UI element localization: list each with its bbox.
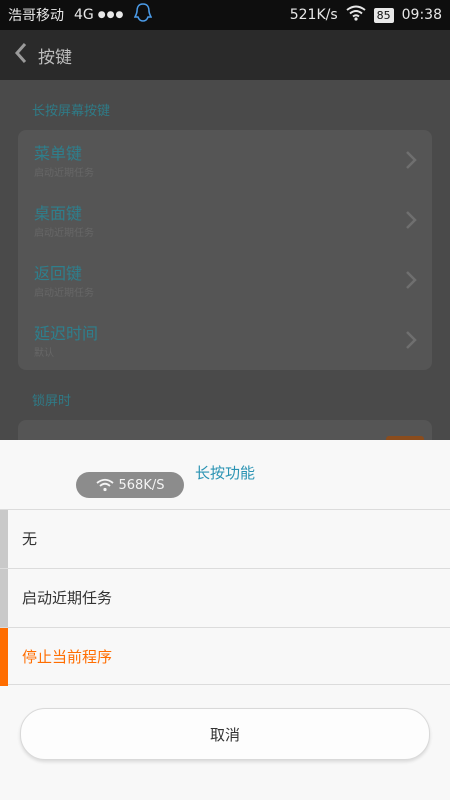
wifi-icon [346,5,366,25]
chevron-right-icon [406,211,417,229]
chevron-right-icon [406,271,417,289]
section-title-long-press: 长按屏幕按键 [32,104,111,119]
option-stop-current-app[interactable]: 停止当前程序 [0,627,450,686]
status-bar: 浩哥移动 4G ●●● 521K/s 85 09:38 [0,0,450,30]
wifi-icon [95,478,114,492]
row-label: 桌面键 [34,204,83,223]
settings-row-home-key[interactable]: 桌面键 启动近期任务 [18,190,432,250]
network-type: 4G [74,7,94,23]
back-icon[interactable] [14,42,28,68]
net-speed: 521K/s [289,7,338,23]
option-label: 停止当前程序 [22,648,113,666]
option-marker [0,569,8,627]
app-bar: 按键 [0,30,450,80]
option-label: 无 [22,530,38,548]
row-sub: 启动近期任务 [34,168,94,179]
option-recent-tasks[interactable]: 启动近期任务 [0,568,450,627]
clock: 09:38 [401,7,442,23]
row-label: 延迟时间 [34,324,99,343]
chevron-right-icon [406,331,417,349]
sheet-title: 长按功能 [194,464,255,482]
row-sub: 启动近期任务 [34,288,94,299]
key-settings-card: 菜单键 启动近期任务 桌面键 启动近期任务 返回键 启动近期任务 延迟时间 默认 [18,130,432,370]
chevron-right-icon [406,151,417,169]
settings-row-back-key[interactable]: 返回键 启动近期任务 [18,250,432,310]
long-press-function-sheet: 长按功能 568K/S 无 启动近期任务 停止当前程序 取消 [0,440,450,800]
battery-icon: 85 [373,7,394,23]
option-none[interactable]: 无 [0,509,450,568]
signal-dots: ●●● [97,10,125,20]
settings-row-menu-key[interactable]: 菜单键 启动近期任务 [18,130,432,190]
speed-overlay: 568K/S [76,472,184,498]
settings-content: 长按屏幕按键 菜单键 启动近期任务 桌面键 启动近期任务 返回键 启动近期任务 … [0,80,450,450]
speed-value: 568K/S [118,477,165,493]
page-title: 按键 [38,47,72,68]
row-sub: 启动近期任务 [34,228,94,239]
qq-icon [134,3,153,27]
cancel-button[interactable]: 取消 [20,708,430,760]
row-sub: 默认 [34,348,54,359]
carrier-name: 浩哥移动 [8,8,64,24]
row-label: 菜单键 [34,144,83,163]
settings-row-delay[interactable]: 延迟时间 默认 [18,310,432,370]
option-selected-marker [0,628,8,686]
option-label: 启动近期任务 [22,589,113,607]
option-marker [0,510,8,568]
row-label: 返回键 [34,264,83,283]
section-title-lock-screen: 锁屏时 [32,394,72,409]
